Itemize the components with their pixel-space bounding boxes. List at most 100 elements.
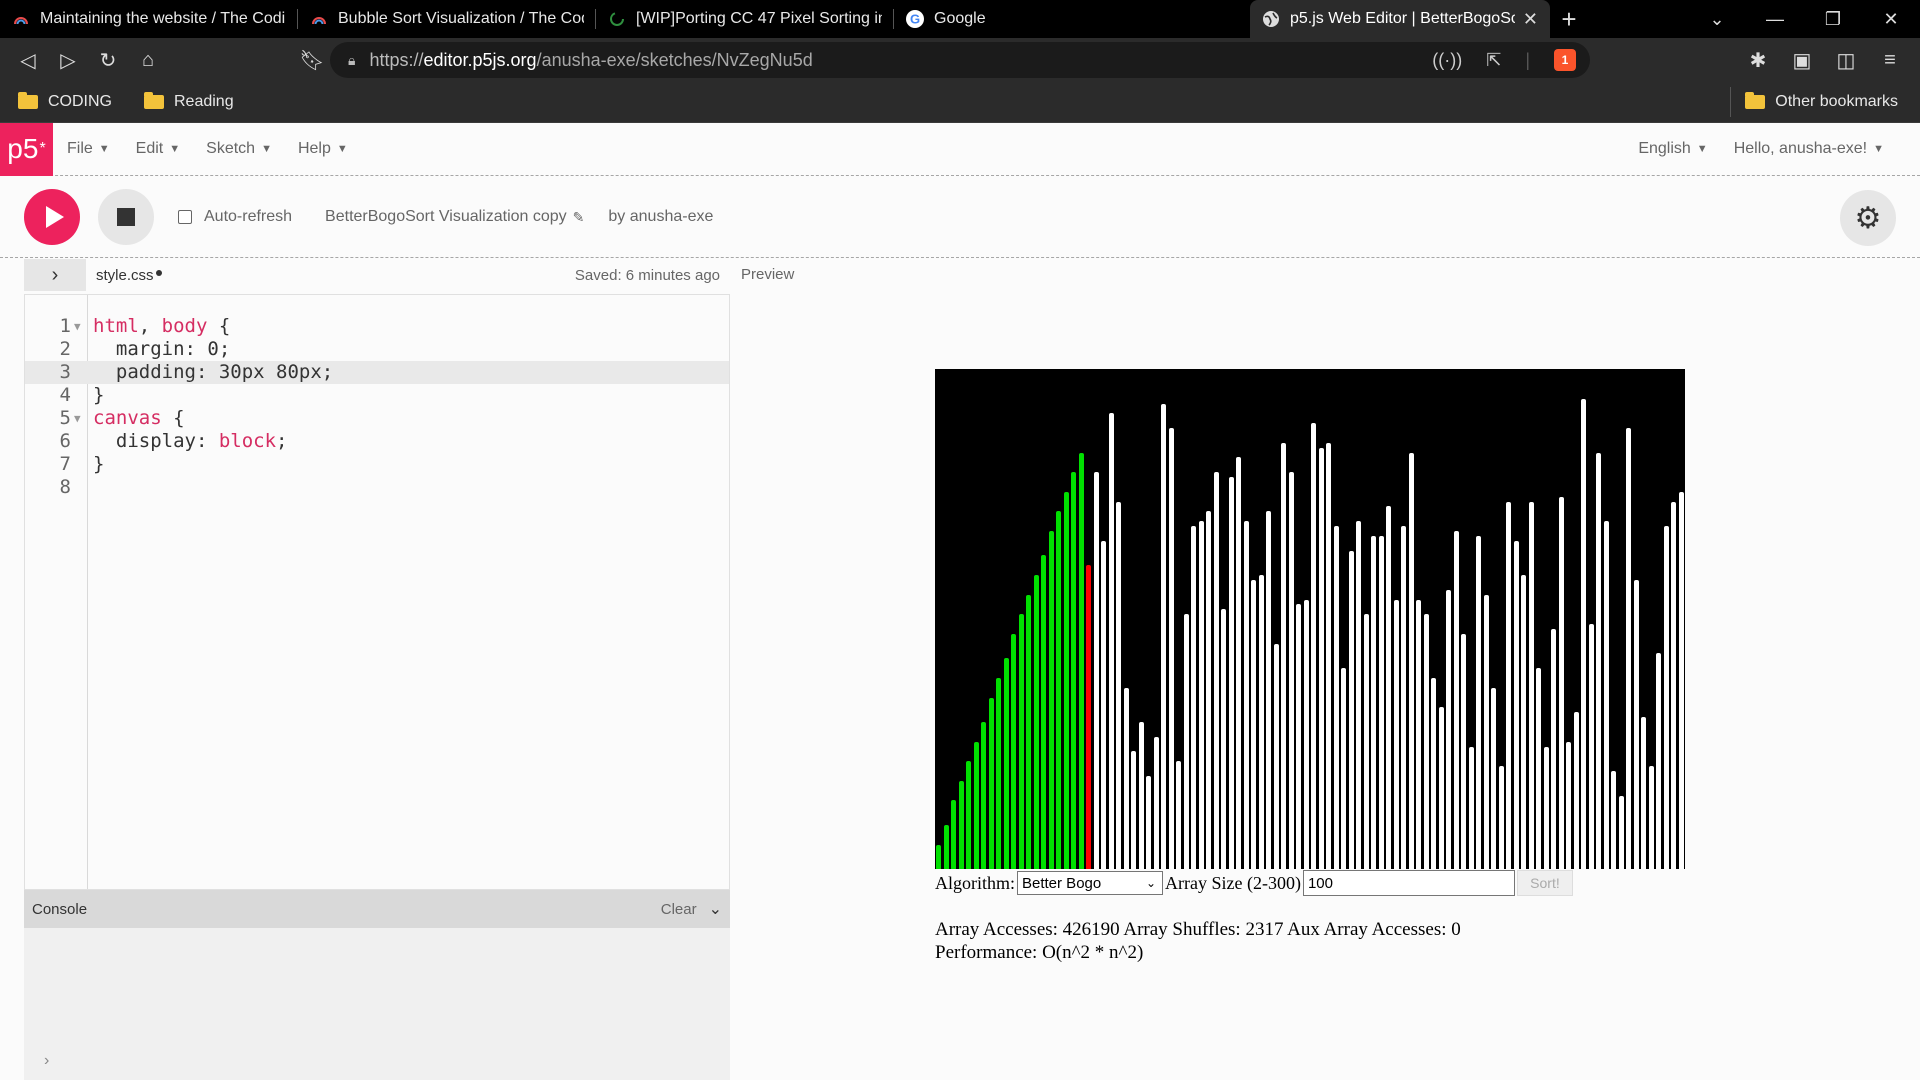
back-icon[interactable]: ◁ — [8, 40, 48, 80]
sidebar-toggle-button[interactable]: › — [24, 259, 86, 291]
code-editor[interactable]: 1 ▼ html, body {2 margin: 0; 3 padding: 30p… — [24, 294, 730, 890]
brave-shield-icon[interactable]: 1 — [1554, 49, 1576, 71]
tab-title: Google — [934, 10, 986, 27]
array-size-label: Array Size (2-300) — [1165, 872, 1301, 893]
play-button[interactable] — [24, 189, 80, 245]
close-tab-icon[interactable]: ✕ — [1523, 9, 1538, 30]
bookmark-folder-coding[interactable]: CODING — [0, 87, 126, 117]
code-line[interactable]: 4} — [25, 384, 729, 407]
close-window-button[interactable]: ✕ — [1862, 0, 1920, 38]
code-token: } — [93, 384, 105, 406]
sidebar-icon[interactable]: ▣ — [1782, 40, 1822, 80]
folder-icon — [1745, 92, 1766, 109]
lock-icon: 🔒︎ — [348, 51, 356, 68]
menu-file[interactable]: File ▼ — [67, 140, 110, 158]
bar-unsorted — [1416, 599, 1422, 869]
bar-unsorted — [1468, 746, 1474, 869]
share-icon[interactable]: ⇱ — [1486, 50, 1501, 71]
bar-unsorted — [1663, 526, 1669, 869]
browser-tab-active[interactable]: p5.js Web Editor | BetterBogoSort ✕ — [1250, 0, 1550, 38]
divider: | — [1525, 49, 1530, 70]
bar-sorted — [973, 741, 979, 869]
sketch-canvas[interactable] — [935, 369, 1685, 869]
address-bar[interactable]: 🔒︎ https://editor.p5js.org/anusha-exe/sk… — [330, 42, 1590, 78]
bar-unsorted — [1371, 535, 1377, 869]
new-tab-button[interactable]: + — [1550, 0, 1588, 38]
array-size-input[interactable]: 100 — [1302, 870, 1515, 896]
menu-sketch[interactable]: Sketch ▼ — [206, 140, 272, 158]
algorithm-select[interactable]: Better Bogo ⌄ — [1017, 871, 1163, 895]
code-keyword: body — [161, 315, 208, 337]
auto-refresh-checkbox[interactable] — [178, 210, 192, 224]
rainbow-icon — [12, 10, 30, 28]
home-icon[interactable]: ⌂ — [128, 40, 168, 80]
bar-unsorted — [1236, 457, 1242, 869]
browser-tab[interactable]: [WIP]Porting CC 47 Pixel Sorting in Pro — [596, 0, 894, 38]
code-line[interactable]: 1 ▼ html, body { — [25, 315, 729, 338]
broadcast-icon[interactable]: ((·)) — [1432, 50, 1462, 71]
bar-unsorted — [1641, 717, 1647, 869]
line-number: 1 — [59, 315, 71, 337]
language-label: English — [1638, 140, 1691, 157]
forward-icon[interactable]: ▷ — [48, 40, 88, 80]
fold-arrow-icon[interactable]: ▼ — [74, 407, 81, 430]
language-menu[interactable]: English ▼ — [1638, 140, 1707, 158]
code-line[interactable]: 7} — [25, 453, 729, 476]
settings-button[interactable]: ⚙ — [1840, 190, 1896, 246]
other-bookmarks[interactable]: Other bookmarks — [1730, 87, 1912, 117]
bar-unsorted — [1311, 423, 1317, 869]
menu-edit[interactable]: Edit ▼ — [136, 140, 180, 158]
url-host: editor.p5js.org — [423, 49, 537, 70]
bar-sorted — [936, 844, 942, 869]
shield-count: 1 — [1561, 53, 1569, 67]
auto-refresh-toggle[interactable]: Auto-refresh — [178, 208, 292, 226]
console-prompt-icon[interactable]: › — [44, 1052, 49, 1070]
minimize-button[interactable]: — — [1746, 0, 1804, 38]
code-line[interactable]: 6 display: block; — [25, 430, 729, 453]
stop-button[interactable] — [98, 189, 154, 245]
browser-tab[interactable]: G Google — [894, 0, 1192, 38]
file-name-label: style.css — [96, 266, 154, 284]
sketch-name[interactable]: BetterBogoSort Visualization copy ✎ — [325, 208, 584, 226]
menu-help[interactable]: Help ▼ — [298, 140, 348, 158]
fold-arrow-icon[interactable]: ▼ — [74, 315, 81, 338]
clear-console-button[interactable]: Clear — [661, 901, 697, 918]
bookmark-folder-reading[interactable]: Reading — [126, 87, 248, 117]
chevron-down-icon[interactable]: ⌄ — [709, 899, 722, 919]
folder-icon — [18, 92, 38, 109]
bar-sorted — [958, 780, 964, 869]
auto-refresh-label: Auto-refresh — [204, 208, 293, 225]
bar-unsorted — [1626, 428, 1632, 869]
code-text: canvas { — [93, 407, 185, 430]
user-menu[interactable]: Hello, anusha-exe! ▼ — [1734, 140, 1884, 158]
bar-sorted — [988, 697, 994, 869]
bookmark-label: CODING — [48, 93, 112, 110]
tab-title: Bubble Sort Visualization / The Coding — [338, 10, 584, 27]
chevron-down-icon: ⌄ — [1145, 876, 1156, 890]
url-path: /anusha-exe/sketches/NvZegNu5d — [536, 49, 813, 70]
caret-down-icon: ▼ — [98, 143, 110, 155]
bookmark-icon[interactable]: 🔖︎ — [292, 40, 332, 80]
wallet-icon[interactable]: ◫ — [1826, 40, 1866, 80]
code-line[interactable]: 5 ▼ canvas { — [25, 407, 729, 430]
bar-sorted — [1026, 594, 1032, 869]
bar-unsorted — [1498, 766, 1504, 869]
saved-status: Saved: 6 minutes ago — [574, 266, 720, 284]
code-line[interactable]: 3 padding: 30px 80px; — [25, 361, 729, 384]
reload-icon[interactable]: ↻ — [88, 40, 128, 80]
browser-tab[interactable]: Maintaining the website / The Coding — [0, 0, 298, 38]
extensions-icon[interactable]: ✱ — [1738, 40, 1778, 80]
tab-search-icon[interactable]: ⌄ — [1688, 0, 1746, 38]
bar-unsorted — [1116, 501, 1122, 869]
browser-tab[interactable]: Bubble Sort Visualization / The Coding — [298, 0, 596, 38]
restore-button[interactable]: ❐ — [1804, 0, 1862, 38]
menu-icon[interactable]: ≡ — [1870, 40, 1910, 80]
code-line[interactable]: 2 margin: 0; — [25, 338, 729, 361]
bar-unsorted — [1581, 398, 1587, 869]
p5-logo[interactable]: p5 * — [0, 122, 53, 176]
pencil-icon[interactable]: ✎ — [573, 209, 585, 226]
code-line[interactable]: 8 — [25, 476, 729, 499]
bar-unsorted — [1656, 653, 1662, 869]
url-scheme: https:// — [369, 49, 424, 70]
sort-button[interactable]: Sort! — [1516, 870, 1573, 896]
